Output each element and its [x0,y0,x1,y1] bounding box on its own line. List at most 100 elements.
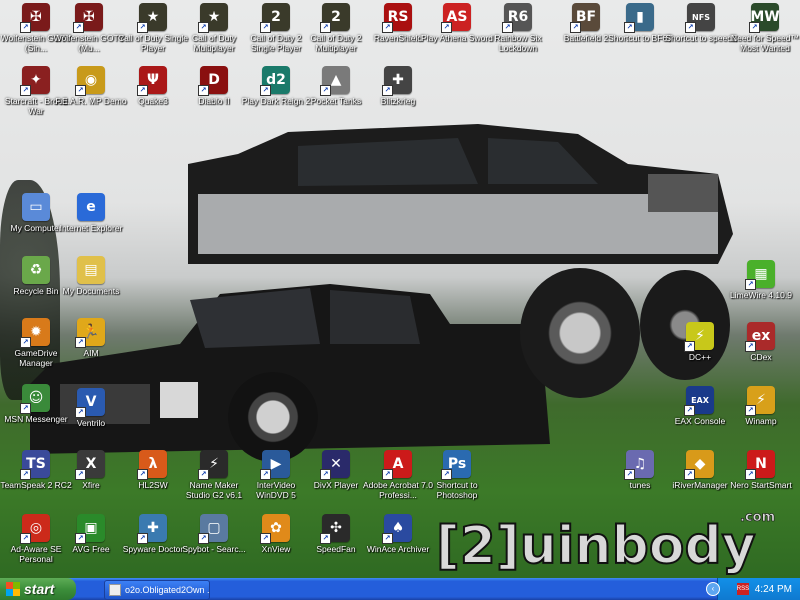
desktop-icon-wolf2[interactable]: ✠ ↗ Wolfenstein GOTY (Mu... [53,3,125,53]
start-button[interactable]: start [0,578,76,600]
shortcut-arrow-icon: ↗ [382,533,393,544]
icon-glyph: ◎ [29,520,43,536]
desktop-icon-mydocs[interactable]: ▤ My Documents [55,256,127,296]
dcpp-icon: ⚡ ↗ [684,322,714,352]
call-of-duty-2-icon: 2 ↗ [320,3,350,33]
desktop-icon-nero[interactable]: N ↗ Nero StartSmart [725,450,797,490]
icon-glyph: NFS [692,12,710,22]
desktop-icon-ventrilo[interactable]: V ↗ Ventrilo [55,388,127,428]
blitzkrieg-icon: ✚ ↗ [382,66,412,96]
dark-reign-icon: d2 ↗ [260,66,290,96]
desktop-icon-nfsmw[interactable]: MW ↗ Need for Speed™ Most Wanted [729,3,800,53]
desktop-icon-label: Internet Explorer [59,223,123,233]
icon-glyph: ★ [207,9,221,25]
tray-app-icon[interactable]: RSS [736,583,749,595]
icon-glyph: ★ [146,9,160,25]
icon-glyph: ▦ [754,266,768,282]
shortcut-arrow-icon: ↗ [624,469,635,480]
desktop-icon-ie[interactable]: e Internet Explorer [55,193,127,233]
icon-glyph: EAX [691,395,709,405]
desktop-icon-r6[interactable]: R6 ↗ Rainbow Six Lockdown [482,3,554,53]
winace-icon: ♠ ↗ [382,514,412,544]
shortcut-arrow-icon: ↗ [20,533,31,544]
windvd-icon: ▶ ↗ [260,450,290,480]
clock[interactable]: 4:24 PM [755,584,792,595]
shortcut-arrow-icon: ↗ [382,22,393,33]
icon-glyph: ⚡ [695,328,705,344]
shortcut-arrow-icon: ↗ [745,341,756,352]
battlefield-shortcut-icon: ▮ ↗ [624,3,654,33]
icon-glyph: ▢ [207,520,221,536]
shortcut-arrow-icon: ↗ [320,22,331,33]
windows-logo-icon [6,582,20,596]
desktop-icon-winamp[interactable]: ⚡ ↗ Winamp [725,386,797,426]
icon-glyph: ▮ [636,9,644,25]
taskbar-window-label: o2o.Obligated2Own ... [125,585,210,595]
shortcut-arrow-icon: ↗ [75,469,86,480]
shortcut-arrow-icon: ↗ [75,337,86,348]
xnview-icon: ✿ ↗ [260,514,290,544]
shortcut-arrow-icon: ↗ [198,469,209,480]
icon-glyph: ◉ [84,72,98,88]
show-hidden-icons-button[interactable]: ‹ [706,582,720,596]
icon-glyph: ✹ [30,324,42,340]
desktop-icon-label: LimeWire 4.10.9 [730,290,792,300]
speedfan-icon: ✣ ↗ [320,514,350,544]
shortcut-arrow-icon: ↗ [684,405,695,416]
winamp-icon: ⚡ ↗ [745,386,775,416]
icon-glyph: ◆ [694,456,706,472]
starcraft-icon: ✦ ↗ [20,66,50,96]
shortcut-arrow-icon: ↗ [198,85,209,96]
icon-glyph: D [208,72,220,88]
shortcut-arrow-icon: ↗ [320,469,331,480]
wolfenstein-icon: ✠ ↗ [73,3,103,33]
shortcut-arrow-icon: ↗ [441,22,452,33]
desktop[interactable]: [2]uinbody .com ✠ ↗ Wolfenstein GOTY (Sin.… [0,0,800,578]
ventrilo-icon: V ↗ [75,388,105,418]
shortcut-arrow-icon: ↗ [137,22,148,33]
taskbar-window-button[interactable]: o2o.Obligated2Own ... [104,580,210,600]
eax-console-icon: EAX ↗ [684,386,714,416]
shortcut-arrow-icon: ↗ [684,469,695,480]
desktop-icon-blitzkrieg[interactable]: ✚ ↗ Blitzkrieg [362,66,434,106]
taskbar: start o2o.Obligated2Own ... ‹ RSS 4:24 P… [0,578,800,600]
nfs-shortcut-icon: NFS ↗ [685,3,715,33]
desktop-icon-label: Wolfenstein GOTY (Mu... [53,33,125,53]
adaware-icon: ◎ ↗ [20,514,50,544]
shortcut-arrow-icon: ↗ [320,85,331,96]
limewire-icon: ▦ ↗ [745,260,775,290]
desktop-icon-label: Need for Speed™ Most Wanted [730,33,800,53]
desktop-icon-aim[interactable]: 🏃 ↗ AIM [55,318,127,358]
start-label: start [24,581,55,597]
desktop-icon-winace[interactable]: ♠ ↗ WinAce Archiver [362,514,434,554]
desktop-icon-cdex[interactable]: ex ↗ CDex [725,322,797,362]
icon-glyph: 2 [331,9,341,25]
icon-glyph: ✚ [392,72,404,88]
iriver-icon: ◆ ↗ [684,450,714,480]
icon-glyph: 2 [271,9,281,25]
icon-glyph: ⚡ [209,456,219,472]
icon-glyph: ♠ [391,520,405,536]
desktop-icon-label: AIM [83,348,99,358]
desktop-icon-photoshop[interactable]: Ps ↗ Shortcut to Photoshop [421,450,493,500]
wallpaper-logo-suffix: .com [740,510,775,525]
icon-glyph: ♻ [29,262,43,278]
wallpaper-logo: [2]uinbody .com [435,510,775,577]
spyware-doctor-icon: ✚ ↗ [137,514,167,544]
shortcut-arrow-icon: ↗ [20,85,31,96]
icon-glyph: ▭ [29,199,43,215]
desktop-icon-speed2[interactable]: NFS ↗ Shortcut to speed2 [665,3,737,43]
my-computer-icon: ▭ [22,193,50,221]
xfire-icon: X ↗ [75,450,105,480]
desktop-icon-label: Nero StartSmart [730,480,792,490]
pocket-tanks-icon: ▲ ↗ [320,66,350,96]
shortcut-arrow-icon: ↗ [137,533,148,544]
desktop-icon-limewire[interactable]: ▦ ↗ LimeWire 4.10.9 [725,260,797,300]
shortcut-arrow-icon: ↗ [260,85,271,96]
divx-player-icon: ✕ ↗ [320,450,350,480]
internet-explorer-icon: e [77,193,105,221]
nfs-most-wanted-icon: MW ↗ [749,3,780,33]
shortcut-arrow-icon: ↗ [260,22,271,33]
wallpaper-wheel [520,268,640,398]
photoshop-shortcut-icon: Ps ↗ [441,450,471,480]
